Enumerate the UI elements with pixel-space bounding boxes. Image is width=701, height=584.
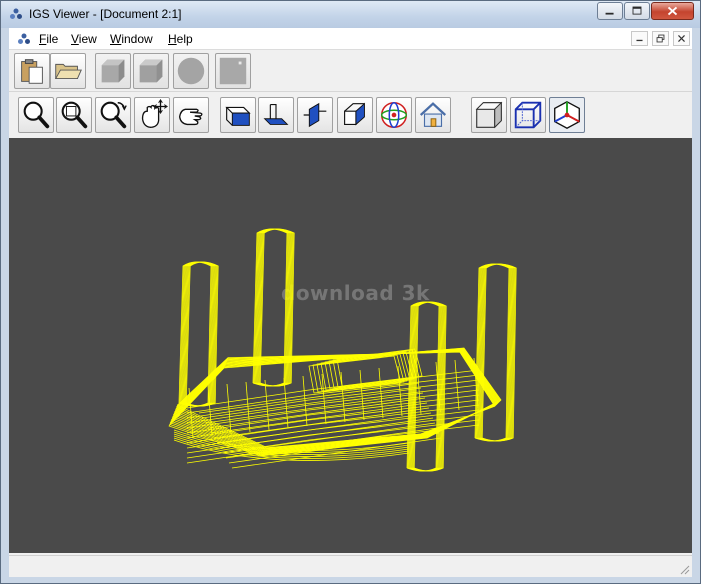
top-view-button[interactable] (258, 97, 294, 133)
status-bar (9, 555, 692, 577)
doc-close-button[interactable] (673, 31, 690, 46)
shaded-view-button[interactable] (133, 53, 169, 89)
solid-box-icon (101, 59, 125, 83)
front-view-button[interactable] (220, 97, 256, 133)
app-icon (10, 8, 22, 19)
maximize-icon (632, 6, 642, 15)
pan-button[interactable] (134, 97, 170, 133)
hand-button[interactable] (173, 97, 209, 133)
shaded-mode-button[interactable] (471, 97, 507, 133)
doc-minimize-button[interactable] (631, 31, 648, 46)
close-icon (678, 35, 685, 42)
minimize-icon (636, 39, 643, 42)
app-window: IGS Viewer - [Document 2:1] File View Wi… (0, 0, 701, 584)
paste-icon (21, 59, 43, 84)
sphere-button[interactable] (173, 53, 209, 89)
side-view-button[interactable] (297, 97, 333, 133)
view-front-icon (225, 106, 251, 126)
resize-grip-icon[interactable] (678, 563, 690, 575)
rotate-icon (100, 101, 127, 129)
rotate-sphere-button[interactable] (376, 97, 412, 133)
view-side-icon (303, 102, 327, 128)
window-title: IGS Viewer - [Document 2:1] (29, 7, 182, 21)
paste-button[interactable] (14, 53, 50, 89)
hand-icon (178, 108, 203, 126)
menu-view[interactable]: View (71, 32, 97, 46)
rotate-button[interactable] (95, 97, 131, 133)
minimize-button[interactable] (597, 2, 623, 20)
close-icon (667, 6, 678, 16)
shaded-mode-icon (475, 101, 503, 129)
iso-view-button[interactable] (337, 97, 373, 133)
zoom-window-button[interactable] (56, 97, 92, 133)
view-top-icon (263, 104, 289, 125)
menu-window[interactable]: Window (110, 32, 153, 46)
sphere-icon (177, 57, 205, 85)
zoom-button[interactable] (18, 97, 54, 133)
file-toolbar (9, 51, 692, 92)
zoom-window-icon (61, 101, 88, 129)
title-bar[interactable]: IGS Viewer - [Document 2:1] (1, 1, 700, 28)
document-icon[interactable] (17, 32, 31, 46)
view-iso-icon (344, 102, 365, 126)
pan-icon (141, 99, 168, 128)
maximize-button[interactable] (624, 2, 650, 20)
open-folder-icon (54, 63, 82, 80)
axis-triad-button[interactable] (549, 97, 585, 133)
view-toolbar (9, 93, 692, 137)
menu-bar: File View Window Help (9, 28, 692, 50)
open-button[interactable] (50, 53, 86, 89)
menu-help[interactable]: Help (168, 32, 193, 46)
flat-square-icon (219, 57, 247, 85)
home-view-button[interactable] (415, 97, 451, 133)
plane-button[interactable] (215, 53, 251, 89)
zoom-icon (23, 101, 50, 129)
wireframe-mode-icon (514, 101, 542, 129)
menu-file[interactable]: File (39, 32, 58, 46)
wireframe-model (168, 228, 517, 472)
client-area: File View Window Help download 3k (9, 28, 692, 577)
close-button[interactable] (651, 2, 694, 20)
axis-triad-icon (554, 101, 580, 129)
model-viewport[interactable]: download 3k (9, 138, 692, 553)
restore-icon (656, 34, 665, 43)
doc-restore-button[interactable] (652, 31, 669, 46)
shaded-box-icon (139, 59, 163, 83)
axes-sphere-icon (380, 101, 408, 129)
solid-view-button[interactable] (95, 53, 131, 89)
minimize-icon (605, 12, 614, 15)
home-icon (419, 102, 447, 127)
wireframe-mode-button[interactable] (510, 97, 546, 133)
